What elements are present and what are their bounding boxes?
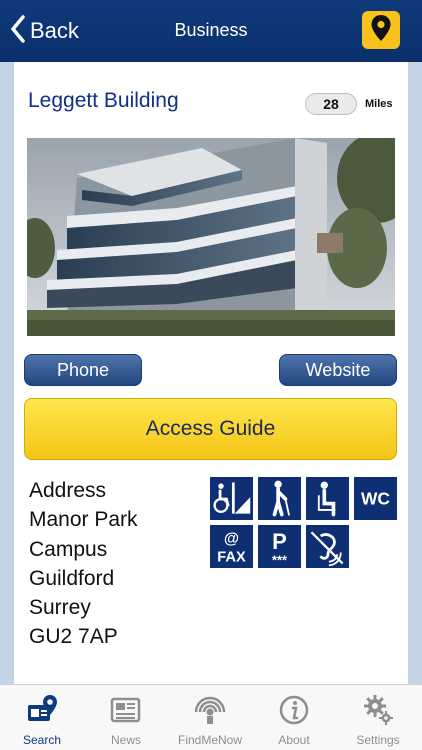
distance-unit: Miles (365, 98, 393, 110)
map-pin-icon (370, 14, 392, 47)
wc-text: WC (361, 488, 390, 508)
hearing-loop-icon (304, 523, 351, 570)
phone-button[interactable]: Phone (24, 354, 142, 386)
location-button[interactable] (362, 11, 400, 49)
website-button[interactable]: Website (279, 354, 397, 386)
address-line: Manor Park (29, 508, 138, 532)
tab-about[interactable]: About (252, 685, 336, 750)
wheelchair-ramp-icon (208, 475, 255, 522)
tab-label: FindMeNow (177, 733, 243, 747)
tab-label: Search (22, 733, 62, 747)
page-title: Business (174, 20, 248, 40)
wc-icon: WC (352, 475, 399, 522)
address-block: Address Manor Park Campus Guildford Surr… (29, 476, 138, 652)
fax-text: FAX (217, 550, 246, 566)
building-photo (27, 138, 395, 336)
newspaper-icon (109, 693, 143, 727)
address-line: Surrey (29, 596, 91, 620)
tab-settings[interactable]: Settings (336, 685, 420, 750)
tab-bar: Search News FindMeNow About Settings (0, 684, 422, 750)
business-name: Leggett Building (28, 89, 179, 112)
parking-stars-text: *** (272, 552, 287, 567)
email-fax-icon: @ FAX (208, 523, 255, 570)
tab-findmenow[interactable]: FindMeNow (168, 685, 252, 750)
distance-value: 28 (305, 93, 357, 115)
address-line: Campus (29, 537, 108, 561)
walking-cane-icon (256, 475, 303, 522)
find-me-now-icon (193, 693, 227, 727)
address-heading: Address (29, 479, 107, 502)
distance-indicator: 28 Miles (305, 93, 393, 115)
tab-news[interactable]: News (84, 685, 168, 750)
parking-text: P (272, 529, 287, 554)
tab-label: Settings (356, 733, 400, 747)
gear-icon (361, 693, 395, 727)
tab-search[interactable]: Search (0, 685, 84, 750)
tab-label: News (110, 733, 141, 747)
email-symbol-text: @ (224, 530, 239, 547)
navigation-bar: Back Business (0, 0, 422, 62)
seated-person-icon (304, 475, 351, 522)
address-line: Guildford (29, 566, 115, 590)
tab-label: About (278, 733, 310, 747)
access-guide-button[interactable]: Access Guide (24, 398, 397, 460)
accessible-parking-icon: P *** (256, 523, 303, 570)
address-line: GU2 7AP (29, 625, 118, 649)
search-map-icon (25, 693, 59, 727)
info-icon (277, 693, 311, 727)
